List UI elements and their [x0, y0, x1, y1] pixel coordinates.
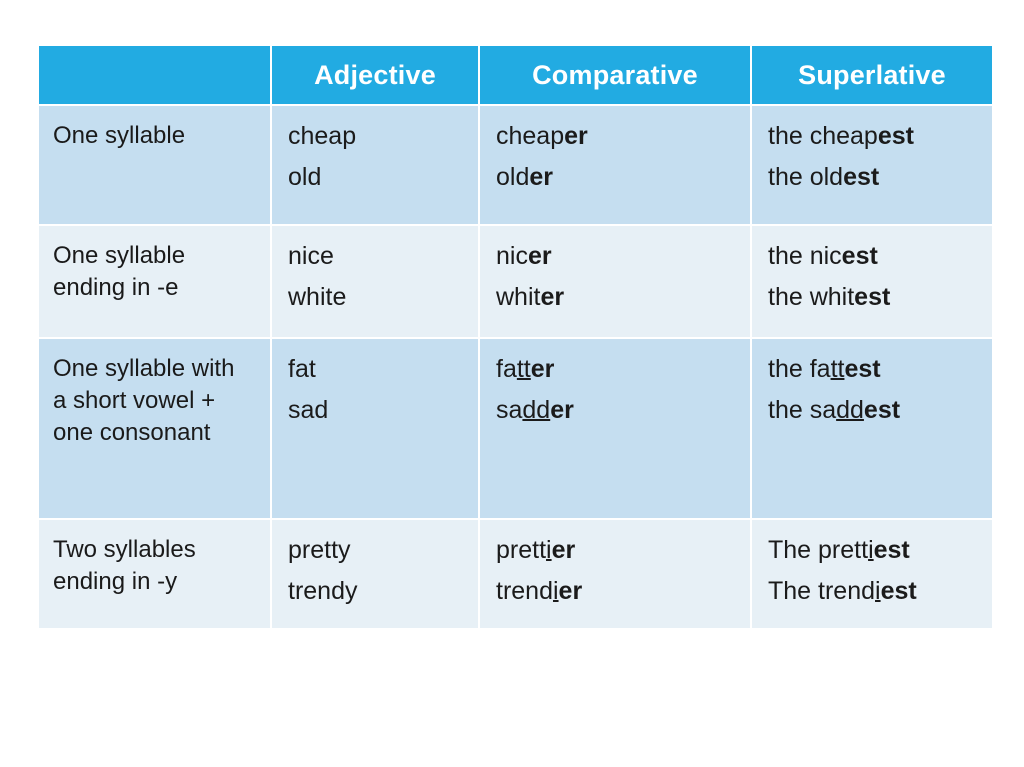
adjective-word: fat	[288, 355, 316, 383]
adjective-word: pretty	[288, 536, 351, 564]
word-stem: fa	[496, 355, 517, 383]
adjective-cell: fat sad	[272, 339, 478, 518]
word-suffix: er	[540, 282, 565, 311]
adjective-word: sad	[288, 395, 329, 424]
table-row: One syllable cheap old cheaper older the chea…	[39, 106, 992, 224]
superlative-cell: the fattest the saddest	[752, 339, 992, 518]
word-suffix: est	[877, 122, 914, 150]
word-suffix: er	[558, 576, 583, 605]
word-stem: nic	[809, 242, 842, 270]
word-suffix: est	[841, 242, 878, 270]
adjective-word: old	[288, 162, 322, 191]
adjective-cell: pretty trendy	[272, 520, 478, 628]
word-suffix: er	[530, 355, 555, 383]
table-row: Two syllables ending in -y pretty trendy pr…	[39, 520, 992, 628]
word-suffix: er	[529, 162, 554, 191]
article: the	[768, 355, 810, 383]
adjective-word: nice	[288, 242, 334, 270]
doubled-letters: dd	[522, 395, 551, 424]
superlative-word: the nicest	[768, 240, 976, 273]
comparative-word: trendier	[496, 575, 734, 608]
word-stem: whit	[809, 282, 855, 311]
comparative-word: fatter	[496, 353, 734, 386]
word-suffix: er	[551, 536, 576, 564]
article: the	[768, 395, 810, 424]
article: The	[768, 536, 819, 564]
comparative-cell: nicer whiter	[480, 226, 750, 337]
word-suffix: est	[863, 395, 901, 424]
word-stem: sa	[809, 395, 837, 424]
comparative-word: nicer	[496, 240, 734, 273]
comparative-cell: fatter sadder	[480, 339, 750, 518]
article: the	[768, 162, 810, 191]
word-suffix: est	[843, 162, 880, 191]
superlative-cell: the cheapest the oldest	[752, 106, 992, 224]
adjective-word: cheap	[288, 122, 357, 150]
word-suffix: est	[854, 282, 891, 311]
superlative-word: The prettiest	[768, 534, 976, 567]
word-suffix: est	[844, 355, 881, 383]
superlative-cell: The prettiest The trendiest	[752, 520, 992, 628]
comparative-word: older	[496, 161, 734, 194]
word-suffix: est	[880, 576, 917, 605]
doubled-letters: tt	[516, 355, 531, 383]
word-stem: cheap	[496, 122, 565, 150]
superlative-word: the fattest	[768, 353, 976, 386]
word-stem: nic	[496, 242, 528, 270]
header-cell-rule	[39, 46, 270, 104]
word-suffix: er	[564, 122, 588, 150]
word-stem: prett	[818, 536, 869, 564]
superlative-word: the whitest	[768, 281, 976, 314]
comparative-word: whiter	[496, 281, 734, 314]
header-cell-adjective: Adjective	[272, 46, 478, 104]
comparative-cell: cheaper older	[480, 106, 750, 224]
table-row: One syllable with a short vowel + one co…	[39, 339, 992, 518]
table-row: One syllable ending in -e nice white nicer w…	[39, 226, 992, 337]
superlative-cell: the nicest the whitest	[752, 226, 992, 337]
article: the	[768, 242, 810, 270]
table-body: One syllable cheap old cheaper older the chea…	[39, 106, 992, 628]
article: the	[768, 122, 810, 150]
rule-cell: One syllable	[39, 106, 270, 224]
comparative-word: prettier	[496, 534, 734, 567]
word-stem: trend	[496, 576, 553, 605]
rule-cell: One syllable with a short vowel + one co…	[39, 339, 270, 518]
adjective-word: trendy	[288, 576, 358, 605]
word-stem: sa	[496, 395, 523, 424]
header-cell-comparative: Comparative	[480, 46, 750, 104]
rule-cell: Two syllables ending in -y	[39, 520, 270, 628]
adjective-word: white	[288, 282, 347, 311]
word-stem: old	[496, 162, 530, 191]
table-header: Adjective Comparative Superlative	[39, 46, 992, 104]
page-canvas: Adjective Comparative Superlative One sy…	[0, 0, 1024, 767]
word-suffix: er	[527, 242, 552, 270]
header-cell-superlative: Superlative	[752, 46, 992, 104]
word-stem: cheap	[809, 122, 878, 150]
superlative-word: the saddest	[768, 394, 976, 427]
table-header-row: Adjective Comparative Superlative	[39, 46, 992, 104]
adjective-cell: cheap old	[272, 106, 478, 224]
superlative-word: the cheapest	[768, 120, 976, 153]
superlative-word: The trendiest	[768, 575, 976, 608]
word-suffix: est	[873, 536, 910, 564]
rule-cell: One syllable ending in -e	[39, 226, 270, 337]
word-stem: old	[809, 162, 844, 191]
comparative-cell: prettier trendier	[480, 520, 750, 628]
word-stem: prett	[496, 536, 547, 564]
adjective-cell: nice white	[272, 226, 478, 337]
doubled-letters: tt	[830, 355, 845, 383]
doubled-letters: dd	[836, 395, 864, 424]
word-stem: trend	[818, 576, 876, 605]
word-stem: whit	[496, 282, 541, 311]
comparative-word: sadder	[496, 394, 734, 427]
comparative-superlative-table: Adjective Comparative Superlative One sy…	[37, 44, 994, 630]
superlative-word: the oldest	[768, 161, 976, 194]
word-suffix: er	[550, 395, 574, 424]
word-stem: fa	[809, 355, 831, 383]
article: the	[768, 282, 810, 311]
comparative-word: cheaper	[496, 120, 734, 153]
article: The	[768, 576, 819, 605]
